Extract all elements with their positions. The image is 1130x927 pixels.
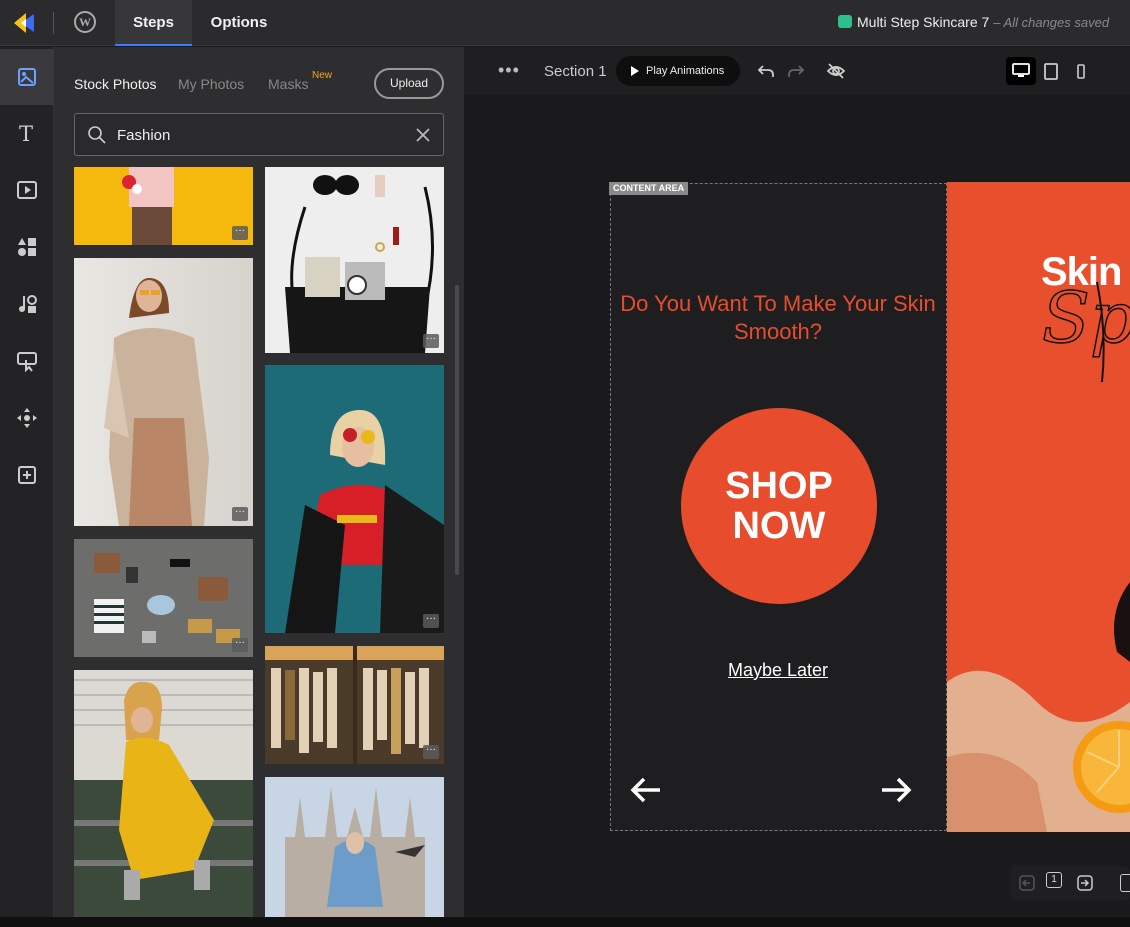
photo-options-button[interactable]: ··· <box>232 226 248 240</box>
photo-thumbnail[interactable] <box>74 670 253 917</box>
photo-image <box>285 787 425 917</box>
photo-options-button[interactable]: ··· <box>232 507 248 521</box>
photo-thumbnail[interactable]: ··· <box>74 167 253 245</box>
tool-rail: T <box>0 47 54 927</box>
content-area-label: CONTENT AREA <box>609 182 689 195</box>
top-bar: W Steps Options Multi Step Skincare 7 – … <box>0 0 1130 46</box>
photo-thumbnail[interactable]: ··· <box>74 539 253 657</box>
move-tool[interactable] <box>0 390 54 446</box>
page-number[interactable]: 1 <box>1046 872 1062 888</box>
new-badge: New <box>312 70 333 81</box>
photo-image <box>104 278 209 526</box>
photo-image <box>74 670 253 917</box>
mobile-icon <box>1077 63 1085 79</box>
play-animations-label: Play Animations <box>646 65 725 77</box>
search-icon <box>88 126 106 144</box>
hide-preview-icon[interactable] <box>826 61 846 81</box>
video-icon <box>17 181 37 199</box>
headline-text[interactable]: Do You Want To Make Your Skin Smooth? <box>620 290 936 346</box>
play-animations-button[interactable]: Play Animations <box>616 56 740 86</box>
desktop-view-button[interactable] <box>1006 57 1036 85</box>
elements-tool[interactable] <box>0 276 54 332</box>
photo-image <box>122 167 174 245</box>
photo-options-button[interactable]: ··· <box>423 745 439 759</box>
image-icon <box>18 68 36 86</box>
tablet-icon <box>1044 62 1058 80</box>
photo-thumbnail[interactable]: ··· <box>265 365 444 633</box>
tablet-view-button[interactable] <box>1036 57 1066 85</box>
arrow-right-icon[interactable] <box>880 775 912 805</box>
video-tool[interactable] <box>0 162 54 218</box>
layout-icon[interactable] <box>1120 874 1130 892</box>
arrow-left-icon[interactable] <box>630 775 662 805</box>
clear-search-icon[interactable] <box>413 125 433 145</box>
redo-icon[interactable] <box>786 61 806 81</box>
project-name: Multi Step Skincare 7 <box>857 14 990 30</box>
page-navigator: 1 <box>1010 866 1130 900</box>
photo-image <box>265 646 444 764</box>
button-icon <box>17 352 37 372</box>
photo-search <box>74 113 444 156</box>
cta-label: SHOP NOW <box>725 466 833 546</box>
hero-image-panel[interactable]: Skin Sp <box>947 182 1130 832</box>
tab-steps[interactable]: Steps <box>115 0 192 46</box>
shapes-icon <box>18 238 36 256</box>
canvas-toolbar: ••• Section 1 Play Animations <box>464 47 1130 95</box>
section-label[interactable]: Section 1 <box>544 63 607 80</box>
add-tool[interactable] <box>0 447 54 503</box>
photo-grid: ··· ··· ··· ··· ··· ··· <box>74 167 454 917</box>
tab-my-photos[interactable]: My Photos <box>178 76 244 92</box>
tab-options[interactable]: Options <box>200 0 278 46</box>
project-title[interactable]: Multi Step Skincare 7 – All changes save… <box>838 14 1109 30</box>
text-tool[interactable]: T <box>0 105 54 161</box>
first-page-icon[interactable] <box>1018 874 1036 892</box>
photo-options-button[interactable]: ··· <box>423 334 439 348</box>
photo-options-button[interactable]: ··· <box>423 614 439 628</box>
move-icon <box>17 408 37 428</box>
next-page-icon[interactable] <box>1076 874 1094 892</box>
tab-masks[interactable]: Masks <box>268 76 308 92</box>
wordpress-icon[interactable]: W <box>74 11 96 33</box>
save-status: – All changes saved <box>993 15 1110 30</box>
photo-thumbnail[interactable]: ··· <box>265 646 444 764</box>
tab-stock-photos[interactable]: Stock Photos <box>74 76 157 92</box>
text-icon: T <box>19 122 33 144</box>
panel-scrollbar[interactable] <box>455 285 459 575</box>
more-options-icon[interactable]: ••• <box>498 60 520 81</box>
cta-line-1: SHOP <box>725 465 833 507</box>
elements-icon <box>19 295 37 313</box>
mobile-view-button[interactable] <box>1066 57 1096 85</box>
cta-line-2: NOW <box>732 505 826 547</box>
undo-icon[interactable] <box>756 61 776 81</box>
upload-button[interactable]: Upload <box>374 68 444 99</box>
photo-thumbnail[interactable] <box>265 777 444 917</box>
search-input[interactable] <box>117 122 397 148</box>
stock-photos-panel: Stock Photos My Photos Masks New Upload … <box>54 47 464 917</box>
photo-options-button[interactable]: ··· <box>232 638 248 652</box>
buttons-tool[interactable] <box>0 333 54 389</box>
maybe-later-link[interactable]: Maybe Later <box>620 660 936 681</box>
shapes-tool[interactable] <box>0 219 54 275</box>
photo-image <box>94 553 240 643</box>
os-taskbar <box>0 917 1130 927</box>
shop-now-button[interactable]: SHOP NOW <box>681 408 877 604</box>
project-status-icon <box>838 15 852 28</box>
photo-image <box>285 410 444 633</box>
script-text: Sp <box>1042 277 1130 359</box>
photo-image <box>285 175 434 353</box>
photo-thumbnail[interactable]: ··· <box>265 167 444 353</box>
desktop-icon <box>1012 63 1030 77</box>
app-logo-icon[interactable] <box>12 11 38 35</box>
play-icon <box>631 66 639 76</box>
hero-artwork: Sp <box>947 276 1130 832</box>
photo-thumbnail[interactable]: ··· <box>74 258 253 526</box>
images-tool[interactable] <box>0 49 54 105</box>
divider <box>53 12 54 34</box>
svg-text:T: T <box>19 122 33 144</box>
plus-square-icon <box>18 466 36 484</box>
